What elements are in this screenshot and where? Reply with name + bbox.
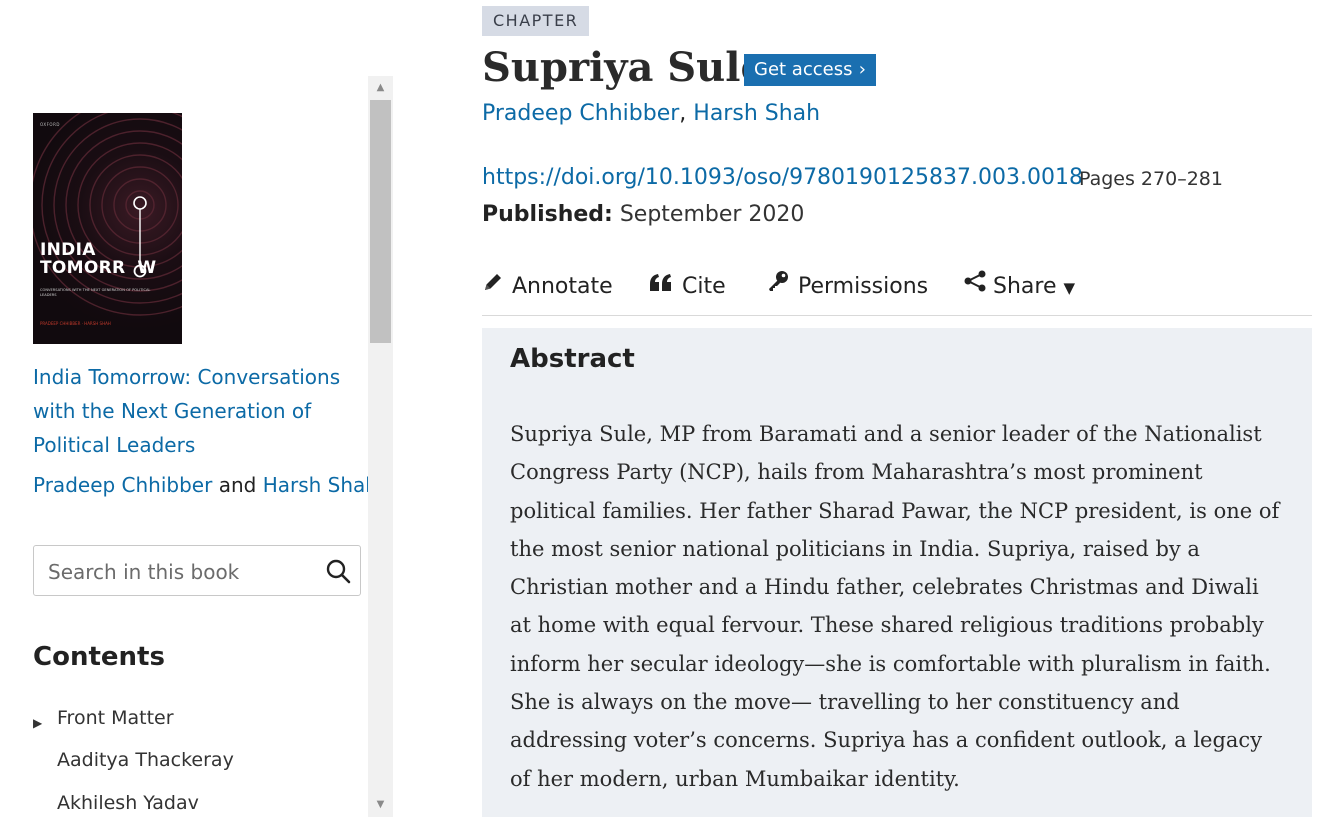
share-icon — [963, 268, 987, 306]
article-toolbar: Annotate Cite Permissions Share ▼ — [482, 268, 1312, 308]
published-value: September 2020 — [612, 202, 805, 227]
published-label: Published: — [482, 202, 613, 227]
get-access-button[interactable]: Get access › — [744, 54, 876, 86]
expand-triangle-icon[interactable]: ▶ — [33, 716, 42, 730]
dropdown-arrow-icon: ▼ — [1063, 279, 1076, 297]
toc-item-akhilesh-yadav[interactable]: Akhilesh Yadav — [57, 792, 199, 814]
chevron-right-icon: › — [858, 59, 866, 80]
abstract-text: Supriya Sule, MP from Baramati and a sen… — [510, 422, 1280, 791]
book-search-box — [33, 545, 361, 596]
author-separator: , — [679, 101, 687, 126]
cover-title-line-1: INDIA — [40, 240, 96, 260]
cover-title-line-2: TOMORR W — [40, 259, 156, 277]
cite-button[interactable]: Cite — [648, 268, 726, 306]
book-cover-image[interactable]: OXFORD INDIA TOMORR W CONVERSATIONS WITH … — [33, 113, 182, 344]
cite-label: Cite — [682, 274, 726, 299]
chapter-title: Supriya Sule — [482, 44, 766, 91]
annotate-label: Annotate — [512, 274, 613, 299]
sidebar-scroll-area: OXFORD INDIA TOMORR W CONVERSATIONS WITH … — [0, 0, 378, 817]
cover-title: INDIA TOMORR W — [40, 241, 156, 277]
book-author-link-2[interactable]: Harsh Shah — [263, 473, 378, 497]
chapter-authors: Pradeep Chhibber, Harsh Shah — [482, 98, 820, 130]
abstract-section: Abstract Supriya Sule, MP from Baramati … — [482, 328, 1312, 817]
book-authors: Pradeep Chhibber and Harsh Shah — [33, 470, 378, 500]
book-author-join: and — [212, 473, 263, 497]
toc-item-front-matter[interactable]: Front Matter — [57, 707, 174, 729]
cover-art — [33, 113, 182, 316]
permissions-label: Permissions — [798, 274, 929, 299]
share-label: Share — [993, 274, 1057, 299]
scrollbar-thumb[interactable] — [370, 100, 391, 343]
page-range: Pages 270–281 — [1079, 168, 1223, 190]
cover-authors: PRADEEP CHHIBBER · HARSH SHAH — [40, 321, 111, 326]
abstract-heading: Abstract — [510, 344, 635, 374]
search-icon[interactable] — [325, 558, 351, 584]
published-date: Published: September 2020 — [482, 200, 804, 230]
search-in-book-input[interactable] — [46, 556, 320, 588]
quote-icon — [648, 268, 674, 306]
toc-item-aaditya-thackeray[interactable]: Aaditya Thackeray — [57, 749, 234, 771]
book-author-link-1[interactable]: Pradeep Chhibber — [33, 473, 212, 497]
annotate-button[interactable]: Annotate — [482, 268, 613, 306]
share-button[interactable]: Share ▼ — [963, 268, 1075, 306]
sidebar-scrollbar[interactable]: ▲ ▼ — [368, 76, 393, 817]
contents-heading: Contents — [33, 642, 165, 672]
scroll-down-arrow-icon[interactable]: ▼ — [368, 793, 393, 817]
toolbar-divider — [482, 315, 1312, 316]
cover-title-line-2-end: W — [137, 258, 157, 278]
cover-subtitle: CONVERSATIONS WITH THE NEXT GENERATION O… — [40, 288, 151, 297]
permissions-button[interactable]: Permissions — [766, 268, 928, 306]
book-title-link[interactable]: India Tomorrow: Conversations with the N… — [33, 360, 353, 462]
cover-publisher: OXFORD — [40, 122, 60, 127]
book-sidebar: OXFORD INDIA TOMORR W CONVERSATIONS WITH … — [0, 0, 395, 817]
cover-title-line-2-start: TOMORR — [40, 258, 126, 278]
key-icon — [766, 268, 790, 306]
doi-link[interactable]: https://doi.org/10.1093/oso/978019012583… — [482, 163, 1083, 193]
content-type-badge: CHAPTER — [482, 6, 590, 36]
chapter-author-link-2[interactable]: Harsh Shah — [693, 101, 820, 126]
get-access-label: Get access — [754, 59, 853, 80]
chapter-author-link-1[interactable]: Pradeep Chhibber — [482, 101, 679, 126]
scroll-up-arrow-icon[interactable]: ▲ — [368, 76, 393, 100]
pencil-icon — [482, 268, 504, 306]
